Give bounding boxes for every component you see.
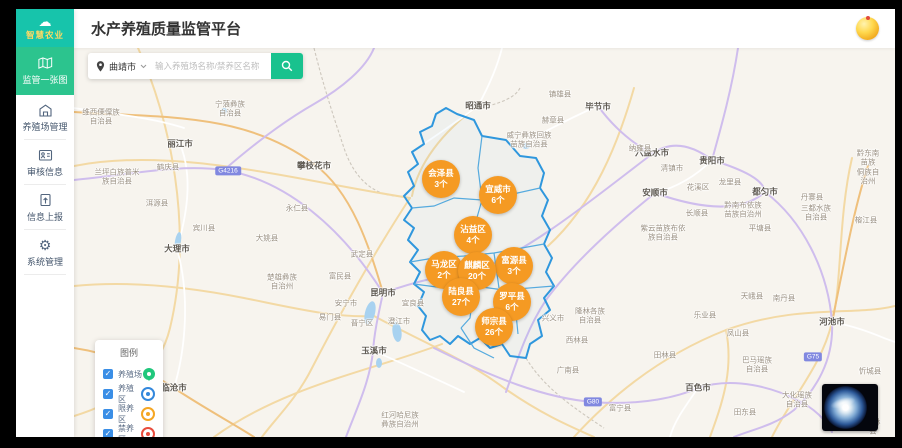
zone-ring-icon — [141, 407, 155, 421]
sidebar-item-info-report[interactable]: 信息上报 — [16, 185, 74, 230]
legend-checkbox[interactable]: ✓ — [103, 409, 113, 419]
county-cluster-marker[interactable]: 陆良县27个 — [442, 278, 480, 316]
sidebar-item-label: 审核信息 — [27, 165, 63, 178]
marker-count: 3个 — [434, 179, 447, 190]
legend-item: ✓ 限养区 — [103, 404, 155, 424]
location-pin-icon — [96, 61, 105, 72]
cloud-icon: ☁ — [39, 15, 52, 28]
zone-ring-icon — [141, 387, 155, 401]
app-logo-title: 智慧农业 — [26, 29, 64, 41]
legend-item: ✓ 养殖区 — [103, 384, 155, 404]
county-cluster-marker[interactable]: 会泽县3个 — [422, 160, 460, 198]
audit-icon — [38, 148, 53, 162]
county-cluster-marker[interactable]: 师宗县26个 — [475, 308, 513, 346]
sidebar-item-label: 监管一张图 — [22, 73, 67, 86]
legend-panel: 图例 ✓ 养殖场 ✓ 养殖区 ✓ 限养区 ✓ 禁养区 — [95, 340, 163, 437]
legend-checkbox[interactable]: ✓ — [103, 369, 113, 379]
road-number-badge: G4216 — [215, 166, 241, 175]
sidebar-item-label: 系统管理 — [27, 255, 63, 268]
road-number-badge: G75 — [804, 352, 822, 361]
county-cluster-marker[interactable]: 富源县3个 — [495, 247, 533, 285]
search-icon — [281, 60, 293, 72]
legend-checkbox[interactable]: ✓ — [103, 389, 113, 399]
legend-item-label: 养殖区 — [118, 383, 141, 405]
marker-county-name: 罗平县 — [499, 291, 525, 302]
report-icon — [38, 193, 53, 207]
marker-count: 3个 — [507, 266, 520, 277]
satellite-view-toggle[interactable] — [822, 384, 878, 431]
county-cluster-marker[interactable]: 宣威市6个 — [479, 176, 517, 214]
legend-item-label: 养殖场 — [118, 369, 143, 380]
marker-count: 26个 — [485, 327, 503, 338]
sidebar-item-supervision-map[interactable]: 监管一张图 — [16, 47, 74, 95]
road-number-badge: G80 — [584, 397, 602, 406]
marker-county-name: 马龙区 — [431, 259, 457, 270]
legend-item: ✓ 养殖场 — [103, 364, 155, 384]
marker-county-name: 麒麟区 — [464, 260, 490, 271]
legend-items: ✓ 养殖场 ✓ 养殖区 ✓ 限养区 ✓ 禁养区 — [103, 364, 155, 437]
city-select[interactable]: 曲靖市 — [109, 60, 136, 73]
county-cluster-marker[interactable]: 沾益区4个 — [454, 216, 492, 254]
search-input[interactable] — [153, 60, 271, 72]
sidebar-item-system-management[interactable]: ⚙ 系统管理 — [16, 230, 74, 275]
legend-checkbox[interactable]: ✓ — [103, 429, 113, 437]
app-window: 水产养殖质量监管平台 ☁ 智慧农业 监管一张图 养殖场管理 — [16, 9, 895, 437]
map-icon — [38, 56, 53, 70]
top-header: 水产养殖质量监管平台 — [74, 9, 895, 48]
zone-ring-icon — [141, 427, 155, 437]
marker-county-name: 沾益区 — [460, 224, 486, 235]
marker-count: 4个 — [466, 235, 479, 246]
marker-count: 6个 — [491, 195, 504, 206]
marker-county-name: 宣威市 — [485, 184, 511, 195]
search-button[interactable] — [271, 53, 303, 79]
legend-item-label: 限养区 — [118, 403, 141, 425]
farm-pin-icon — [143, 368, 155, 380]
sidebar-item-label: 信息上报 — [27, 210, 63, 223]
sidebar: ☁ 智慧农业 监管一张图 养殖场管理 审核信息 — [16, 9, 74, 437]
legend-item-label: 禁养区 — [118, 423, 141, 437]
marker-county-name: 富源县 — [501, 255, 527, 266]
gear-icon: ⚙ — [39, 238, 52, 252]
sidebar-divider — [24, 274, 66, 275]
marker-county-name: 陆良县 — [448, 286, 474, 297]
marker-county-name: 师宗县 — [481, 316, 507, 327]
marker-count: 2个 — [437, 270, 450, 281]
sidebar-item-farm-management[interactable]: 养殖场管理 — [16, 95, 74, 140]
sidebar-item-label: 养殖场管理 — [22, 120, 67, 133]
marker-count: 6个 — [505, 302, 518, 313]
map-canvas[interactable]: 昭通市毕节市六盘水市贵阳市安顺市都匀市丽江市大理市攀枝花市昆明市玉溪市临沧市河池… — [74, 48, 895, 437]
marker-county-name: 会泽县 — [428, 168, 454, 179]
user-avatar[interactable] — [856, 17, 879, 40]
app-logo: ☁ 智慧农业 — [16, 9, 74, 47]
marker-count: 27个 — [452, 297, 470, 308]
legend-item: ✓ 禁养区 — [103, 424, 155, 437]
legend-title: 图例 — [103, 346, 155, 359]
chevron-down-icon[interactable] — [140, 64, 147, 69]
sidebar-item-audit-info[interactable]: 审核信息 — [16, 140, 74, 185]
search-bar: 曲靖市 — [88, 53, 303, 79]
page-title: 水产养殖质量监管平台 — [91, 18, 241, 39]
farm-icon — [38, 103, 53, 117]
